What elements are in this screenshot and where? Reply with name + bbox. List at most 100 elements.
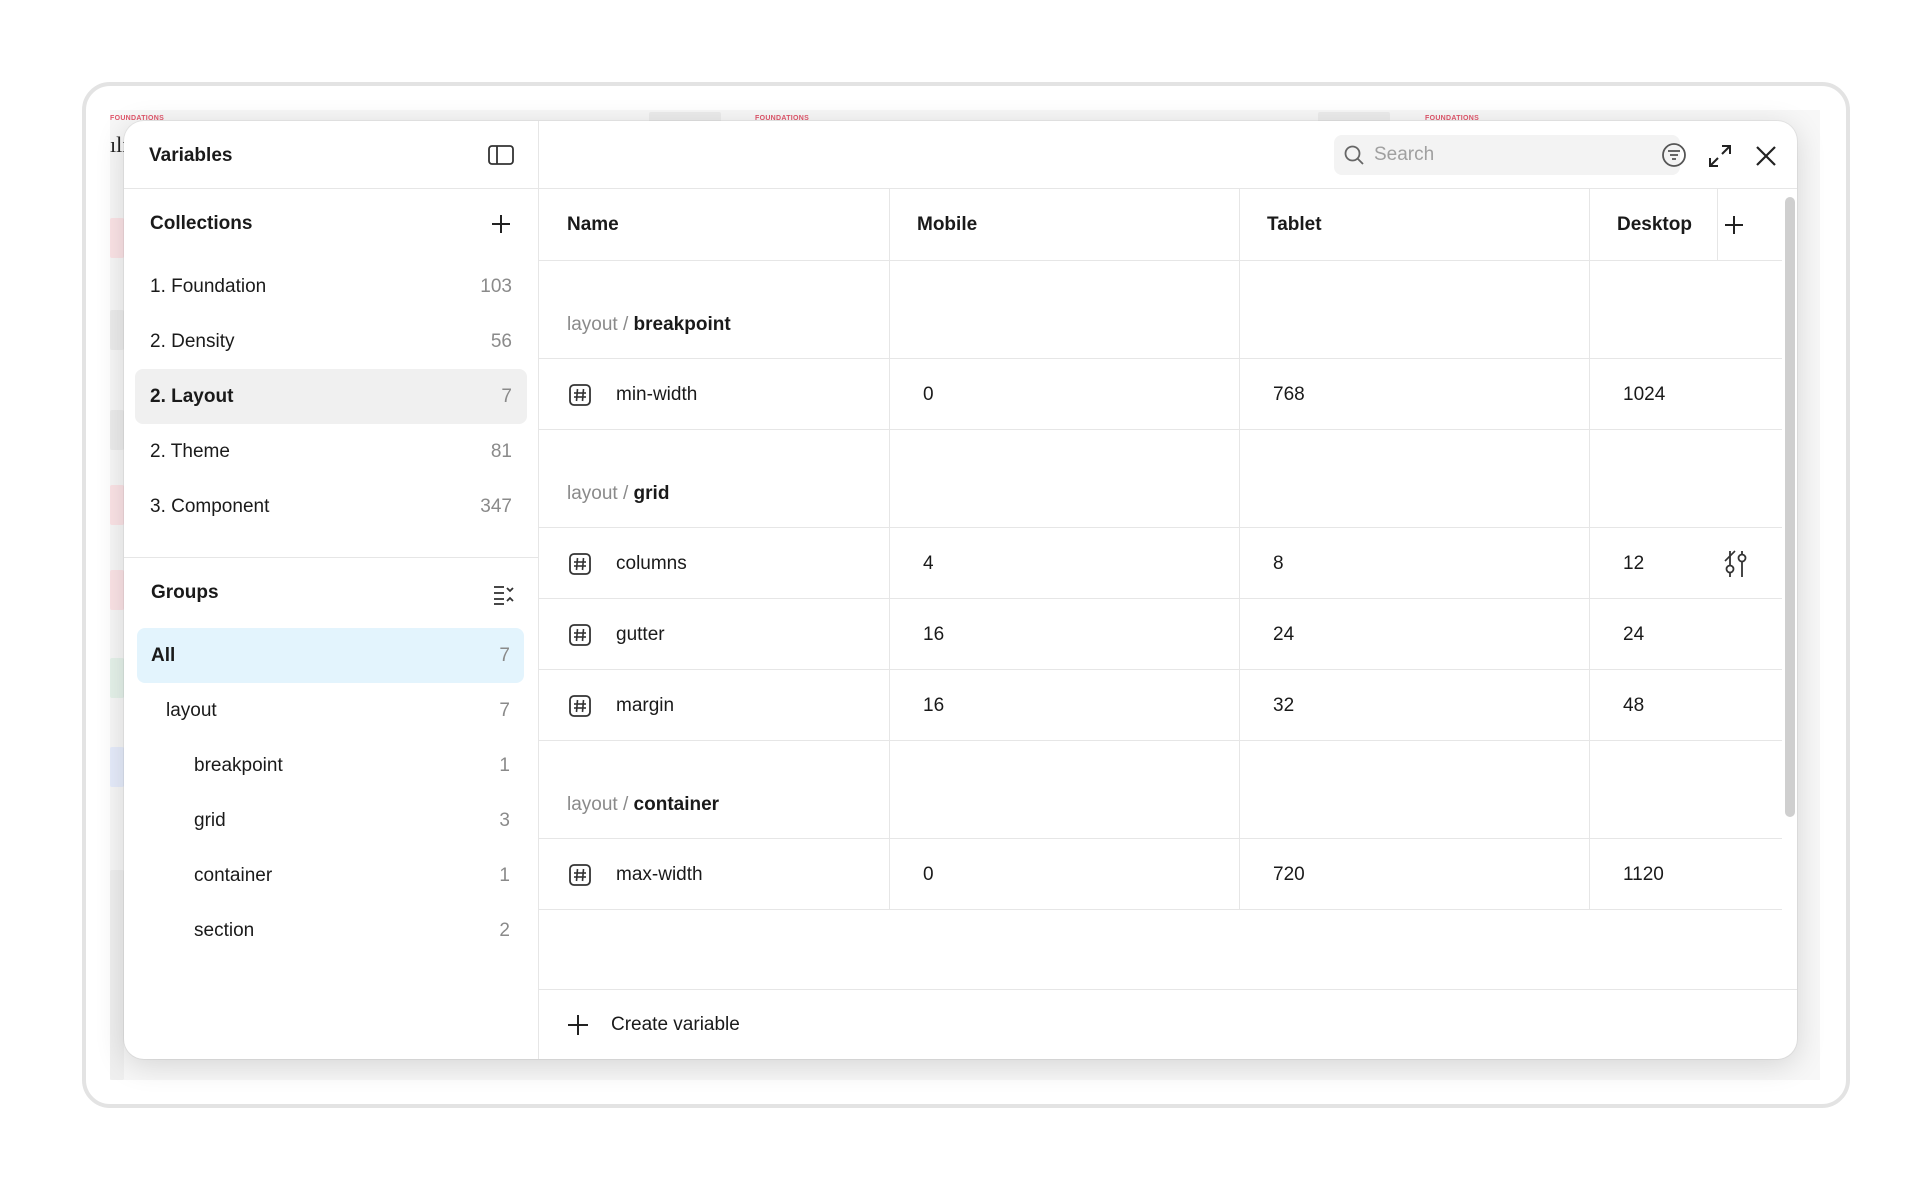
search-box[interactable] [1334,135,1680,175]
collection-item[interactable]: 1. Foundation 103 [135,259,527,314]
expand-icon[interactable] [1707,143,1733,169]
variable-value[interactable]: 32 [1273,695,1294,717]
group-heading-row: layout / grid [539,430,1782,528]
bg-block [110,870,124,1080]
variable-name[interactable]: max-width [616,864,703,886]
collection-item[interactable]: 2. Layout 7 [135,369,527,424]
table-body: layout / breakpoint min-width 0 768 1024 layo… [539,261,1782,910]
group-path: layout / container [567,794,719,816]
sidebar: Variables Collections 1. Foundation 103 2.… [124,121,539,1059]
table-row[interactable]: margin 16 32 48 [539,670,1782,741]
group-heading-row: layout / breakpoint [539,261,1782,359]
table-row[interactable]: columns 4 8 12 [539,528,1782,599]
bg-block [110,218,124,258]
collections-list: 1. Foundation 103 2. Density 56 2. Layout 7 2.… [124,259,538,534]
groups-list: All 7 layout 7 breakpoint 1 grid 3 container 1 sec… [124,628,538,958]
variable-name[interactable]: gutter [616,624,665,646]
group-item[interactable]: container 1 [137,848,524,903]
variables-modal: Variables Collections 1. Foundation 103 2.… [124,121,1797,1059]
variable-value[interactable]: 0 [923,384,934,406]
collections-title: Collections [150,213,253,234]
plus-icon[interactable] [1722,213,1746,237]
create-variable-button[interactable]: Create variable [539,989,1797,1059]
table-row[interactable]: min-width 0 768 1024 [539,359,1782,430]
groups-header: Groups [124,558,538,628]
main-panel: Name Mobile Tablet Desktop layout / brea… [539,121,1797,1059]
group-count: 3 [499,810,510,831]
table-row[interactable]: max-width 0 720 1120 [539,839,1782,910]
collection-count: 7 [501,386,512,407]
number-icon [569,695,591,717]
group-count: 1 [499,865,510,886]
close-icon[interactable] [1755,145,1777,167]
group-item[interactable]: section 2 [137,903,524,958]
groups-title: Groups [151,582,219,603]
variable-name[interactable]: min-width [616,384,697,406]
number-icon [569,864,591,886]
group-name: breakpoint [633,314,731,335]
group-path: layout / grid [567,483,669,505]
collection-label: 1. Foundation [150,276,267,297]
variable-value[interactable]: 0 [923,864,934,886]
collection-label: 2. Density [150,331,235,352]
collection-item[interactable]: 2. Theme 81 [135,424,527,479]
variable-value[interactable]: 24 [1623,624,1644,646]
group-item[interactable]: breakpoint 1 [137,738,524,793]
group-label: grid [194,810,226,831]
variable-value[interactable]: 12 [1623,553,1644,575]
variable-value[interactable]: 16 [923,624,944,646]
group-item[interactable]: grid 3 [137,793,524,848]
variable-value[interactable]: 8 [1273,553,1284,575]
column-header-desktop[interactable]: Desktop [1617,189,1692,261]
column-header-name[interactable]: Name [567,189,619,261]
group-label: All [151,645,176,666]
filter-icon[interactable] [1659,140,1689,170]
variable-value[interactable]: 48 [1623,695,1644,717]
group-prefix: layout / [567,483,634,504]
bg-block [110,747,124,787]
group-label: container [194,865,273,886]
collection-item[interactable]: 3. Component 347 [135,479,527,534]
vertical-scrollbar[interactable] [1785,197,1795,817]
collection-count: 56 [490,331,512,352]
sliders-icon[interactable] [1722,549,1750,579]
group-item[interactable]: layout 7 [137,683,524,738]
group-name: container [633,794,720,815]
number-icon [569,384,591,406]
group-label: layout [166,700,217,721]
group-heading-row: layout / container [539,741,1782,839]
collections-header: Collections [124,189,538,259]
search-input[interactable] [1374,135,1624,175]
create-variable-label: Create variable [611,1014,740,1035]
variable-value[interactable]: 768 [1273,384,1305,406]
column-header-tablet[interactable]: Tablet [1267,189,1322,261]
variable-value[interactable]: 16 [923,695,944,717]
group-item[interactable]: All 7 [137,628,524,683]
plus-icon[interactable] [489,212,513,236]
variable-value[interactable]: 4 [923,553,934,575]
variable-name[interactable]: margin [616,695,674,717]
variable-name[interactable]: columns [616,553,687,575]
collection-count: 103 [480,276,512,297]
number-icon [569,624,591,646]
plus-icon [568,1015,588,1035]
collection-item[interactable]: 2. Density 56 [135,314,527,369]
collection-label: 2. Theme [150,441,230,462]
variable-value[interactable]: 24 [1273,624,1294,646]
sidebar-header: Variables [124,121,538,189]
variable-value[interactable]: 720 [1273,864,1305,886]
collection-count: 81 [490,441,512,462]
group-prefix: layout / [567,794,634,815]
sidebar-icon[interactable] [488,145,514,165]
table-row[interactable]: gutter 16 24 24 [539,599,1782,670]
collapse-list-icon[interactable] [492,582,516,606]
variable-value[interactable]: 1120 [1623,864,1664,886]
column-header-mobile[interactable]: Mobile [917,189,977,261]
group-label: section [194,920,255,941]
bg-block [110,485,124,525]
group-count: 1 [499,755,510,776]
bg-block [110,658,124,698]
panel-title: Variables [149,145,233,166]
variable-value[interactable]: 1024 [1623,384,1665,406]
group-path: layout / breakpoint [567,314,731,336]
